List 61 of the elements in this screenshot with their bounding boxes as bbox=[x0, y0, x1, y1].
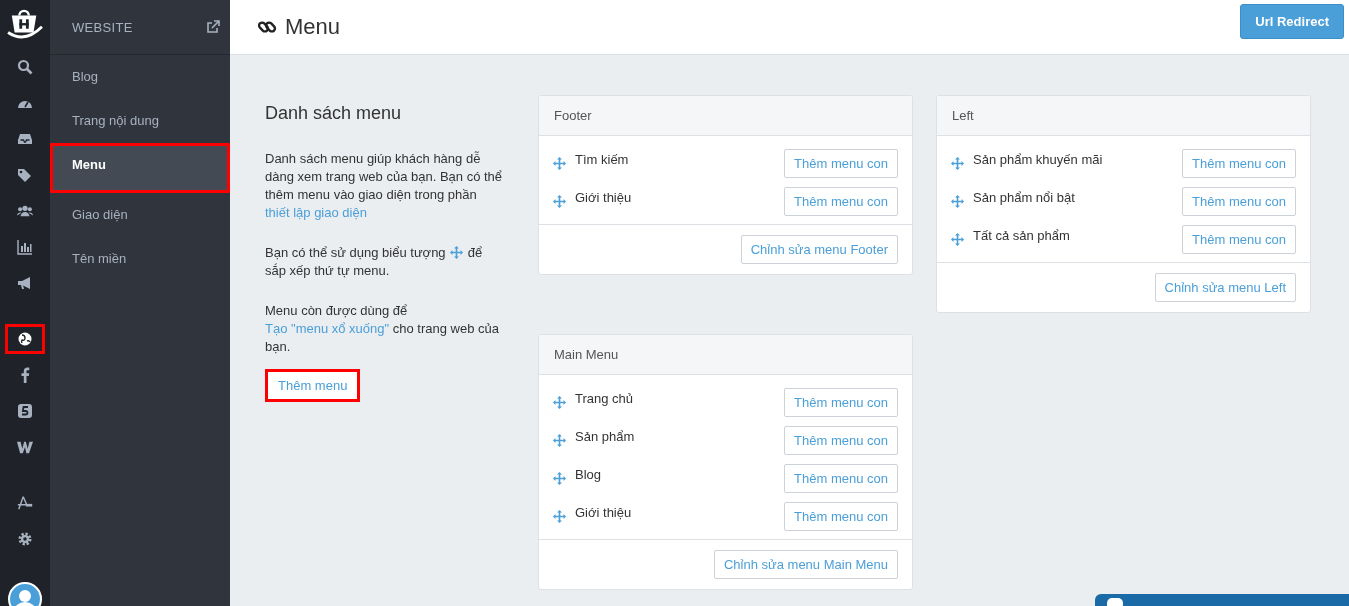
move-icon[interactable] bbox=[951, 194, 964, 208]
card-title: Footer bbox=[539, 96, 912, 136]
sidebar-item[interactable]: Trang nội dung bbox=[50, 99, 230, 143]
add-submenu-button[interactable]: Thêm menu con bbox=[1182, 186, 1296, 216]
sidebar-item[interactable]: Giao diện bbox=[50, 193, 230, 237]
search-icon bbox=[17, 59, 33, 75]
move-icon[interactable] bbox=[553, 156, 566, 170]
tags-icon bbox=[17, 167, 33, 183]
menu-item-label: Sản phẩm khuyến mãi bbox=[973, 151, 1104, 167]
menu-item-label: Sản phẩm bbox=[575, 428, 636, 444]
sidebar-item[interactable]: Menu bbox=[50, 143, 230, 193]
add-submenu-button[interactable]: Thêm menu con bbox=[1182, 148, 1296, 178]
description-text: Menu còn được dùng để Tạo "menu xổ xuống" cho trang web của bạn. bbox=[265, 302, 500, 356]
text-link[interactable]: Tạo "menu xổ xuống" bbox=[265, 321, 390, 336]
move-icon[interactable] bbox=[553, 433, 566, 447]
sidebar-item[interactable]: Tên miền bbox=[50, 237, 230, 281]
bar-chart-icon bbox=[17, 239, 33, 255]
settings-icon bbox=[17, 531, 33, 547]
sidebar-title: WEBSITE bbox=[72, 19, 133, 35]
add-submenu-button[interactable]: Thêm menu con bbox=[1182, 224, 1296, 254]
url-redirect-button[interactable]: Url Redirect bbox=[1240, 3, 1344, 39]
move-icon[interactable] bbox=[553, 194, 566, 208]
move-icon[interactable] bbox=[951, 232, 964, 246]
edit-menu-button[interactable]: Chỉnh sửa menu Left bbox=[1154, 273, 1296, 302]
text-link[interactable]: thiết lập giao diện bbox=[265, 205, 367, 220]
add-submenu-button[interactable]: Thêm menu con bbox=[784, 186, 898, 216]
description-text: Danh sách menu giúp khách hàng dễ dàng xem trang web của bạn. Bạn có thể thêm menu vào giao diện trong phần thiết lập giao diện bbox=[265, 150, 504, 222]
add-submenu-button[interactable]: Thêm menu con bbox=[784, 463, 898, 493]
rail-item[interactable] bbox=[5, 324, 45, 354]
globe-icon bbox=[17, 331, 33, 347]
inbox-icon bbox=[17, 131, 33, 147]
move-icon[interactable] bbox=[951, 156, 964, 170]
section-heading: Danh sách menu bbox=[265, 103, 403, 124]
move-icon[interactable] bbox=[553, 471, 566, 485]
description-text: Bạn có thể sử dụng biểu tượng để sắp xếp thứ tự menu. bbox=[265, 244, 484, 280]
edit-menu-button[interactable]: Chỉnh sửa menu Main Menu bbox=[713, 550, 898, 579]
card-title: Main Menu bbox=[539, 335, 912, 375]
menu-item-label: Giới thiệu bbox=[575, 189, 633, 205]
add-submenu-button[interactable]: Thêm menu con bbox=[784, 387, 898, 417]
avatar-icon[interactable] bbox=[8, 582, 42, 606]
menu-item-label: Giới thiệu bbox=[575, 504, 633, 520]
menu-item-label: Sản phẩm nổi bật bbox=[973, 189, 1076, 205]
edit-menu-button[interactable]: Chỉnh sửa menu Footer bbox=[740, 235, 898, 264]
sidebar-item[interactable]: Blog bbox=[50, 55, 230, 99]
card-title: Left bbox=[937, 96, 1310, 136]
external-link-icon[interactable] bbox=[206, 20, 220, 34]
menu-item-label: Tìm kiếm bbox=[575, 151, 630, 167]
logo-icon[interactable] bbox=[6, 8, 44, 40]
add-menu-button[interactable]: Thêm menu bbox=[265, 369, 361, 402]
page-title: Menu bbox=[285, 14, 342, 40]
megaphone-icon bbox=[17, 275, 33, 291]
users-icon bbox=[17, 203, 33, 219]
move-icon bbox=[450, 246, 464, 259]
menu-item-label: Blog bbox=[575, 466, 603, 482]
move-icon[interactable] bbox=[553, 509, 566, 523]
menu-item-label: Tất cả sản phẩm bbox=[973, 227, 1071, 243]
move-icon[interactable] bbox=[553, 395, 566, 409]
add-submenu-button[interactable]: Thêm menu con bbox=[784, 148, 898, 178]
menu-item-label: Trang chủ bbox=[575, 390, 635, 406]
add-submenu-button[interactable]: Thêm menu con bbox=[784, 501, 898, 531]
add-submenu-button[interactable]: Thêm menu con bbox=[784, 425, 898, 455]
